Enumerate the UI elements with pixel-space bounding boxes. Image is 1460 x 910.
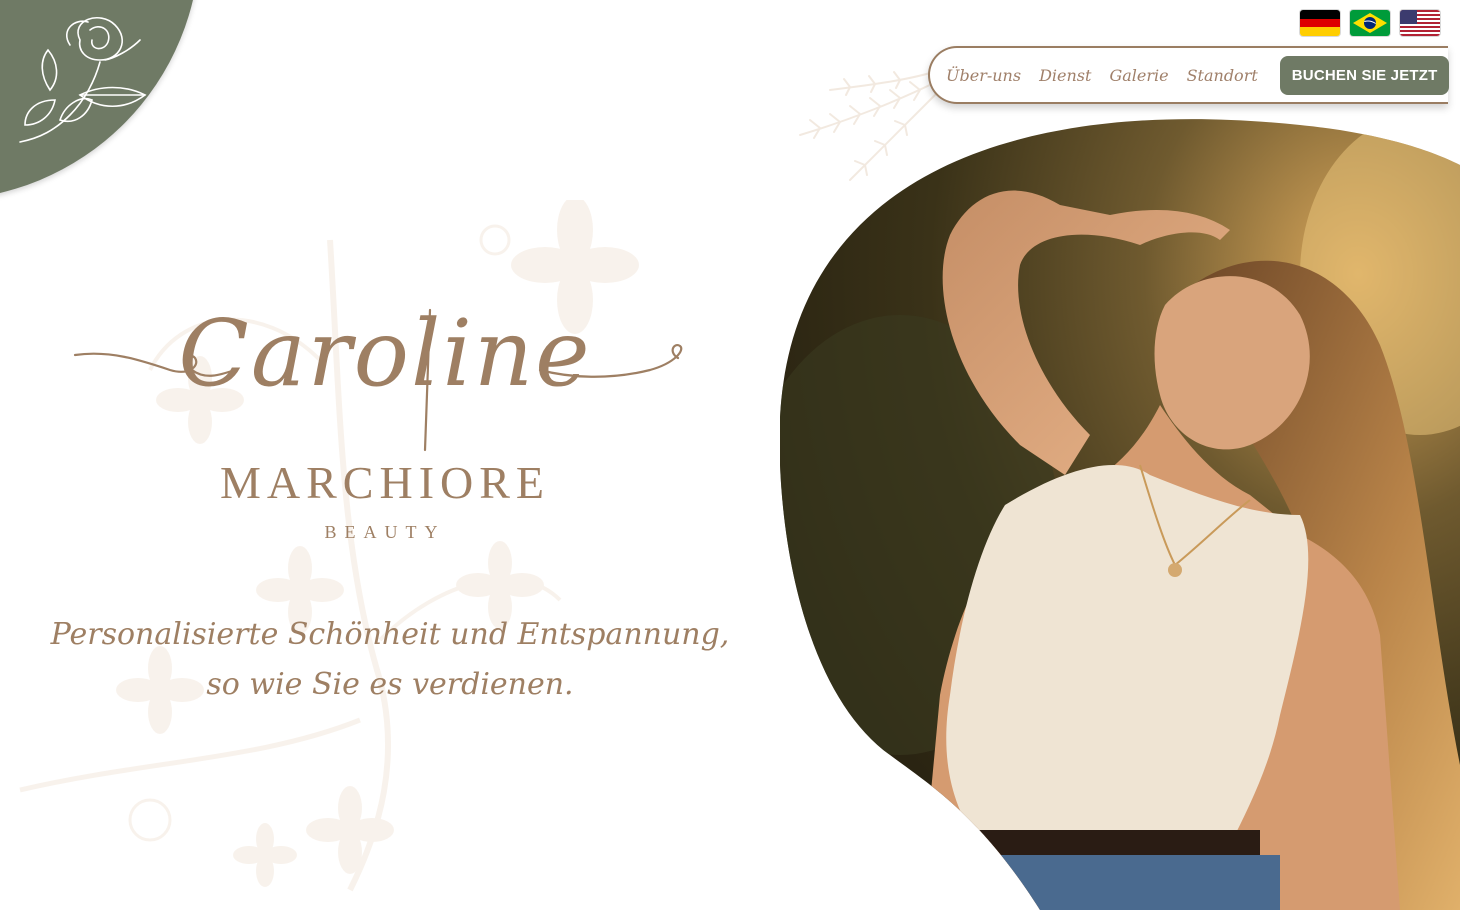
logo-script-name: Caroline: [178, 300, 592, 407]
book-now-button[interactable]: BUCHEN SIE JETZT: [1279, 55, 1450, 95]
rose-icon: [19, 16, 147, 143]
tagline-line-1: Personalisierte Schönheit und Entspannun…: [50, 617, 730, 652]
nav-link-standort[interactable]: Standort: [1187, 66, 1258, 85]
flag-usa-icon[interactable]: [1400, 10, 1440, 36]
main-navigation: Über-uns Dienst Galerie Standort BUCHEN …: [928, 46, 1450, 104]
language-switcher: [1300, 10, 1440, 36]
flag-germany-icon[interactable]: [1300, 10, 1340, 36]
hero-tagline: Personalisierte Schönheit und Entspannun…: [40, 610, 740, 710]
flag-brazil-icon[interactable]: [1350, 10, 1390, 36]
brand-logo: Caroline MARCHIORE BEAUTY: [70, 270, 700, 560]
tagline-line-2: so wie Sie es verdienen.: [206, 667, 574, 702]
hero-photo: [780, 119, 1460, 910]
nav-link-ueber-uns[interactable]: Über-uns: [946, 66, 1021, 85]
nav-link-galerie[interactable]: Galerie: [1109, 66, 1168, 85]
logo-subtitle: BEAUTY: [324, 522, 446, 542]
nav-link-dienst[interactable]: Dienst: [1039, 66, 1091, 85]
logo-surname: MARCHIORE: [219, 457, 551, 508]
